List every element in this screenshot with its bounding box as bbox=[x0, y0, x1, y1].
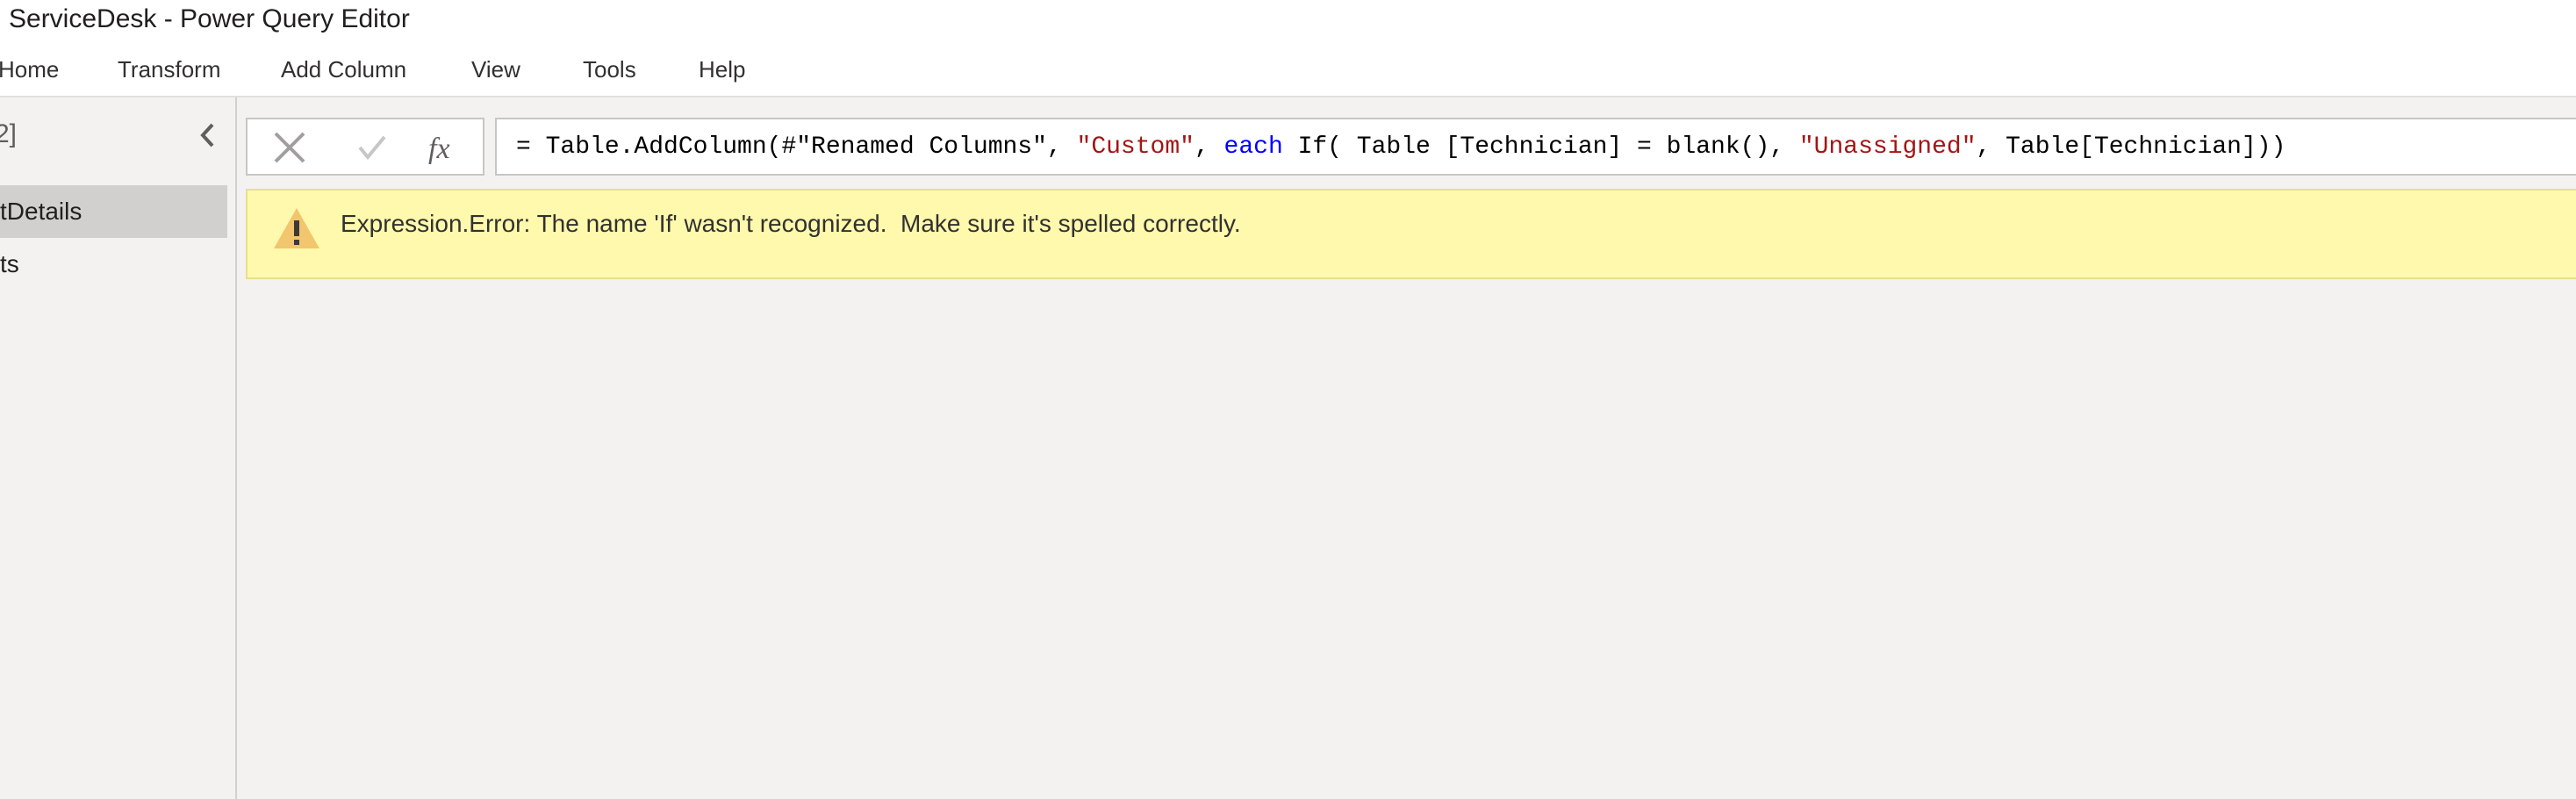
title-bar: ServiceDesk - Power Query Editor bbox=[0, 0, 2576, 40]
collapse-pane-button[interactable] bbox=[195, 120, 221, 150]
formula-token-keyword: each bbox=[1223, 133, 1283, 161]
fx-icon: fx bbox=[428, 133, 450, 165]
checkmark-icon bbox=[358, 135, 386, 161]
warning-icon bbox=[274, 208, 319, 248]
menu-view[interactable]: View bbox=[471, 54, 520, 84]
query-item-requests[interactable]: sts bbox=[0, 238, 227, 291]
error-banner: Expression.Error: The name 'If' wasn't r… bbox=[246, 189, 2576, 279]
formula-token: = Table.AddColumn(#"Renamed Columns", bbox=[516, 133, 1077, 161]
formula-token: If( Table [Technician] = blank(), bbox=[1282, 133, 1799, 161]
menu-home[interactable]: Home bbox=[0, 54, 59, 84]
menu-transform[interactable]: Transform bbox=[118, 54, 221, 84]
menu-help[interactable]: Help bbox=[699, 54, 745, 84]
queries-count: 2] bbox=[0, 119, 18, 148]
cancel-button[interactable] bbox=[267, 126, 312, 169]
insert-function-button[interactable]: fx bbox=[420, 126, 465, 169]
query-item-label: stDetails bbox=[0, 198, 83, 225]
query-item-request-details[interactable]: stDetails bbox=[0, 185, 227, 238]
menu-tools[interactable]: Tools bbox=[583, 54, 636, 84]
formula-bar[interactable]: = Table.AddColumn(#"Renamed Columns", "C… bbox=[495, 118, 2576, 176]
error-message: Expression.Error: The name 'If' wasn't r… bbox=[341, 210, 1241, 237]
formula-text[interactable]: = Table.AddColumn(#"Renamed Columns", "C… bbox=[516, 133, 2285, 162]
formula-token: , bbox=[1194, 133, 1224, 161]
formula-buttons: fx bbox=[246, 118, 484, 176]
formula-token-string: "Unassigned" bbox=[1798, 133, 1977, 161]
formula-token: , Table[Technician])) bbox=[1976, 133, 2286, 161]
window-title: ServiceDesk - Power Query Editor bbox=[9, 4, 410, 33]
commit-button[interactable] bbox=[349, 126, 395, 169]
close-icon bbox=[274, 132, 305, 163]
query-item-label: sts bbox=[0, 250, 19, 277]
fx-label: fx bbox=[428, 133, 450, 165]
queries-pane: 2] stDetails sts bbox=[0, 97, 237, 799]
chevron-left-icon bbox=[200, 123, 214, 148]
menu-bar: Home Transform Add Column View Tools Hel… bbox=[0, 40, 2576, 97]
formula-token-string: "Custom" bbox=[1076, 133, 1195, 161]
menu-add-column[interactable]: Add Column bbox=[281, 54, 406, 84]
